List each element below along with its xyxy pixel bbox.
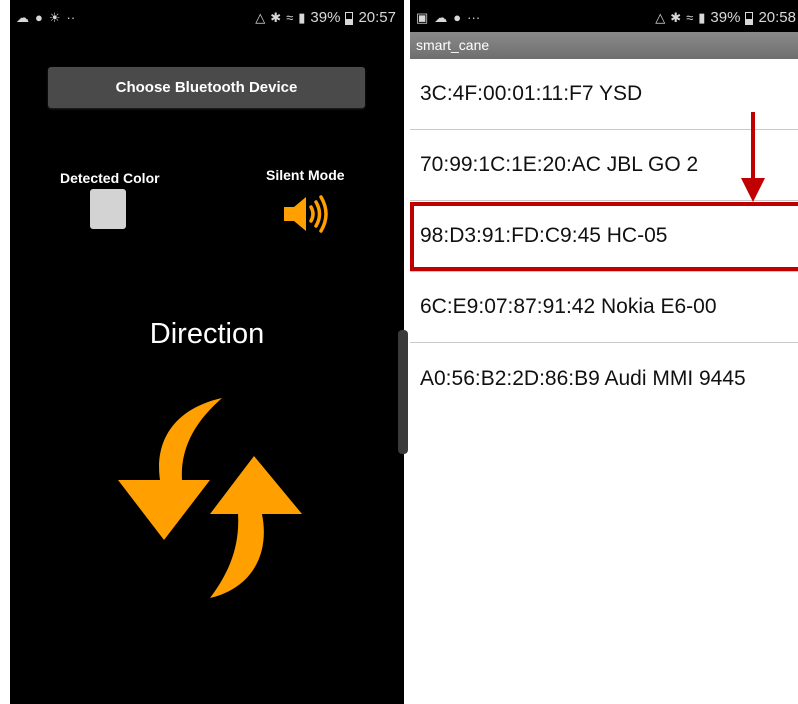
device-label: 98:D3:91:FD:C9:45 HC-05	[420, 224, 668, 247]
dots-icon: ···	[467, 10, 481, 25]
annotation-arrow-icon	[741, 112, 765, 202]
silent-mode-label: Silent Mode	[266, 167, 345, 183]
signal-icon: ▮	[698, 10, 706, 25]
scroll-handle[interactable]	[398, 330, 408, 454]
device-list-item[interactable]: A0:56:B2:2D:86:B9 Audi MMI 9445	[410, 343, 798, 414]
wifi-icon: ≈	[686, 10, 694, 25]
messenger-icon: ●	[35, 10, 43, 25]
battery-percent: 39%	[710, 9, 741, 26]
status-bar: ▣ ☁ ● ··· △ ✱ ≈ ▮ 39% 20:58	[410, 0, 798, 32]
battery-percent: 39%	[310, 9, 341, 26]
cloud-icon: ☁	[16, 10, 29, 25]
warning-icon: △	[255, 10, 266, 25]
weather-icon: ☀	[48, 10, 61, 25]
clock: 20:58	[758, 9, 796, 26]
left-phone-screen: ☁ ● ☀ ·· △ ✱ ≈ ▮ 39% 20:57 Choose Blueto…	[10, 0, 404, 704]
direction-label: Direction	[149, 318, 265, 350]
bluetooth-icon: ✱	[670, 10, 682, 25]
detected-color-swatch	[90, 189, 126, 229]
device-label: 6C:E9:07:87:91:42 Nokia E6-00	[420, 295, 717, 318]
bluetooth-icon: ✱	[270, 10, 282, 25]
screenshot-composite: ☁ ● ☀ ·· △ ✱ ≈ ▮ 39% 20:57 Choose Blueto…	[0, 0, 798, 704]
choose-bluetooth-device-button[interactable]: Choose Bluetooth Device	[48, 67, 365, 108]
battery-icon	[745, 11, 754, 25]
battery-icon	[345, 11, 354, 25]
app-title-bar: smart_cane	[410, 32, 798, 59]
device-label: 3C:4F:00:01:11:F7 YSD	[420, 82, 643, 105]
device-list-item-selected[interactable]: 98:D3:91:FD:C9:45 HC-05	[410, 201, 798, 272]
app-title: smart_cane	[416, 37, 490, 53]
direction-arrows-icon	[118, 398, 302, 598]
signal-icon: ▮	[298, 10, 306, 25]
status-bar: ☁ ● ☀ ·· △ ✱ ≈ ▮ 39% 20:57	[10, 0, 404, 36]
device-list-item[interactable]: 6C:E9:07:87:91:42 Nokia E6-00	[410, 272, 798, 343]
warning-icon: △	[655, 10, 666, 25]
choose-bluetooth-device-label: Choose Bluetooth Device	[115, 79, 298, 96]
speaker-volume-icon[interactable]	[282, 194, 330, 234]
cloud-icon: ☁	[434, 10, 448, 25]
dots-icon: ··	[66, 10, 76, 25]
messenger-icon: ●	[453, 10, 462, 25]
detected-color-label: Detected Color	[60, 170, 160, 186]
clock: 20:57	[358, 9, 396, 26]
image-icon: ▣	[416, 10, 429, 25]
device-label: 70:99:1C:1E:20:AC JBL GO 2	[420, 153, 699, 176]
right-phone-screen: ▣ ☁ ● ··· △ ✱ ≈ ▮ 39% 20:58 smart_cane 3…	[410, 0, 798, 704]
wifi-icon: ≈	[286, 10, 294, 25]
device-label: A0:56:B2:2D:86:B9 Audi MMI 9445	[420, 366, 746, 390]
